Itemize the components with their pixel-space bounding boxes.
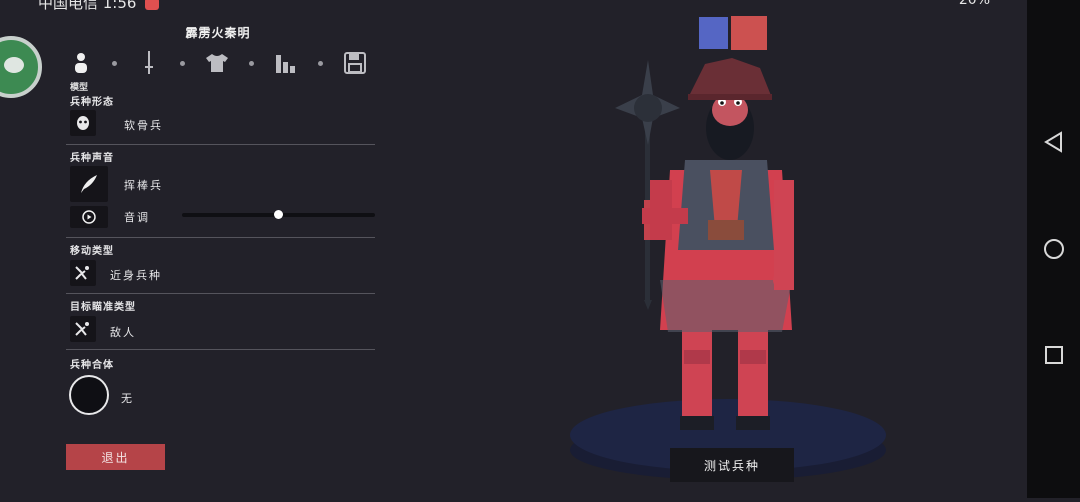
save-icon[interactable] xyxy=(342,50,368,76)
left-boot xyxy=(680,416,714,430)
separator-dot xyxy=(180,61,185,66)
separator-dot xyxy=(112,61,117,66)
sword-icon[interactable] xyxy=(136,50,162,76)
pitch-label: 音调 xyxy=(124,211,150,224)
exit-button[interactable]: 退出 xyxy=(66,444,165,470)
mask-icon[interactable] xyxy=(70,110,96,136)
combine-section-label: 兵种合体 xyxy=(70,360,114,371)
targeting-value[interactable]: 敌人 xyxy=(110,324,136,340)
navigation-bar xyxy=(1027,0,1080,498)
chat-icon xyxy=(4,57,24,73)
right-leg xyxy=(738,330,768,420)
voice-value[interactable]: 挥棒兵 xyxy=(124,177,163,193)
notification-icon xyxy=(145,0,160,10)
bar-chart-icon[interactable] xyxy=(273,50,299,76)
form-value[interactable]: 软骨兵 xyxy=(124,117,163,133)
test-unit-button[interactable]: 测试兵种 xyxy=(670,448,794,482)
form-section-label: 兵种形态 xyxy=(70,97,114,108)
divider xyxy=(66,237,375,238)
separator-dot xyxy=(318,61,323,66)
feather-icon[interactable] xyxy=(70,166,108,202)
unit-preview[interactable] xyxy=(560,50,900,498)
left-leg xyxy=(682,330,712,420)
editor-toolbar xyxy=(68,50,368,80)
unit-name-title: 霹雳火秦明 xyxy=(185,26,251,40)
movement-value[interactable]: 近身兵种 xyxy=(110,267,162,283)
team-blue-swatch[interactable] xyxy=(699,17,728,49)
shirt-icon[interactable] xyxy=(204,50,230,76)
divider xyxy=(66,144,375,145)
battery-percent: 20% xyxy=(958,0,990,8)
targeting-section-label: 目标瞄准类型 xyxy=(70,302,136,313)
team-red-swatch[interactable] xyxy=(731,16,767,50)
tab-model-label: 模型 xyxy=(70,83,89,93)
divider xyxy=(66,349,375,350)
divider xyxy=(66,293,375,294)
melee-unit-icon[interactable] xyxy=(70,260,96,286)
voice-section-label: 兵种声音 xyxy=(70,153,114,164)
movement-section-label: 移动类型 xyxy=(70,246,114,257)
status-bar: 中国电信 1:56 20% xyxy=(0,0,1030,10)
person-icon[interactable] xyxy=(68,50,94,76)
combine-slot[interactable] xyxy=(69,375,109,415)
combine-value: 无 xyxy=(121,392,134,405)
play-icon[interactable] xyxy=(70,206,108,228)
floating-assistant-bubble[interactable] xyxy=(0,36,42,98)
belt-pouch xyxy=(708,220,744,240)
target-unit-icon[interactable] xyxy=(70,316,96,342)
pirate-hat xyxy=(688,58,772,98)
pitch-slider-knob[interactable] xyxy=(274,210,283,219)
home-circle-icon[interactable] xyxy=(1041,236,1067,262)
recents-square-icon[interactable] xyxy=(1041,342,1067,368)
right-boot xyxy=(736,416,770,430)
status-carrier-time: 中国电信 1:56 xyxy=(38,0,137,10)
separator-dot xyxy=(249,61,254,66)
pitch-slider[interactable] xyxy=(182,210,375,219)
back-triangle-icon[interactable] xyxy=(1041,129,1067,155)
